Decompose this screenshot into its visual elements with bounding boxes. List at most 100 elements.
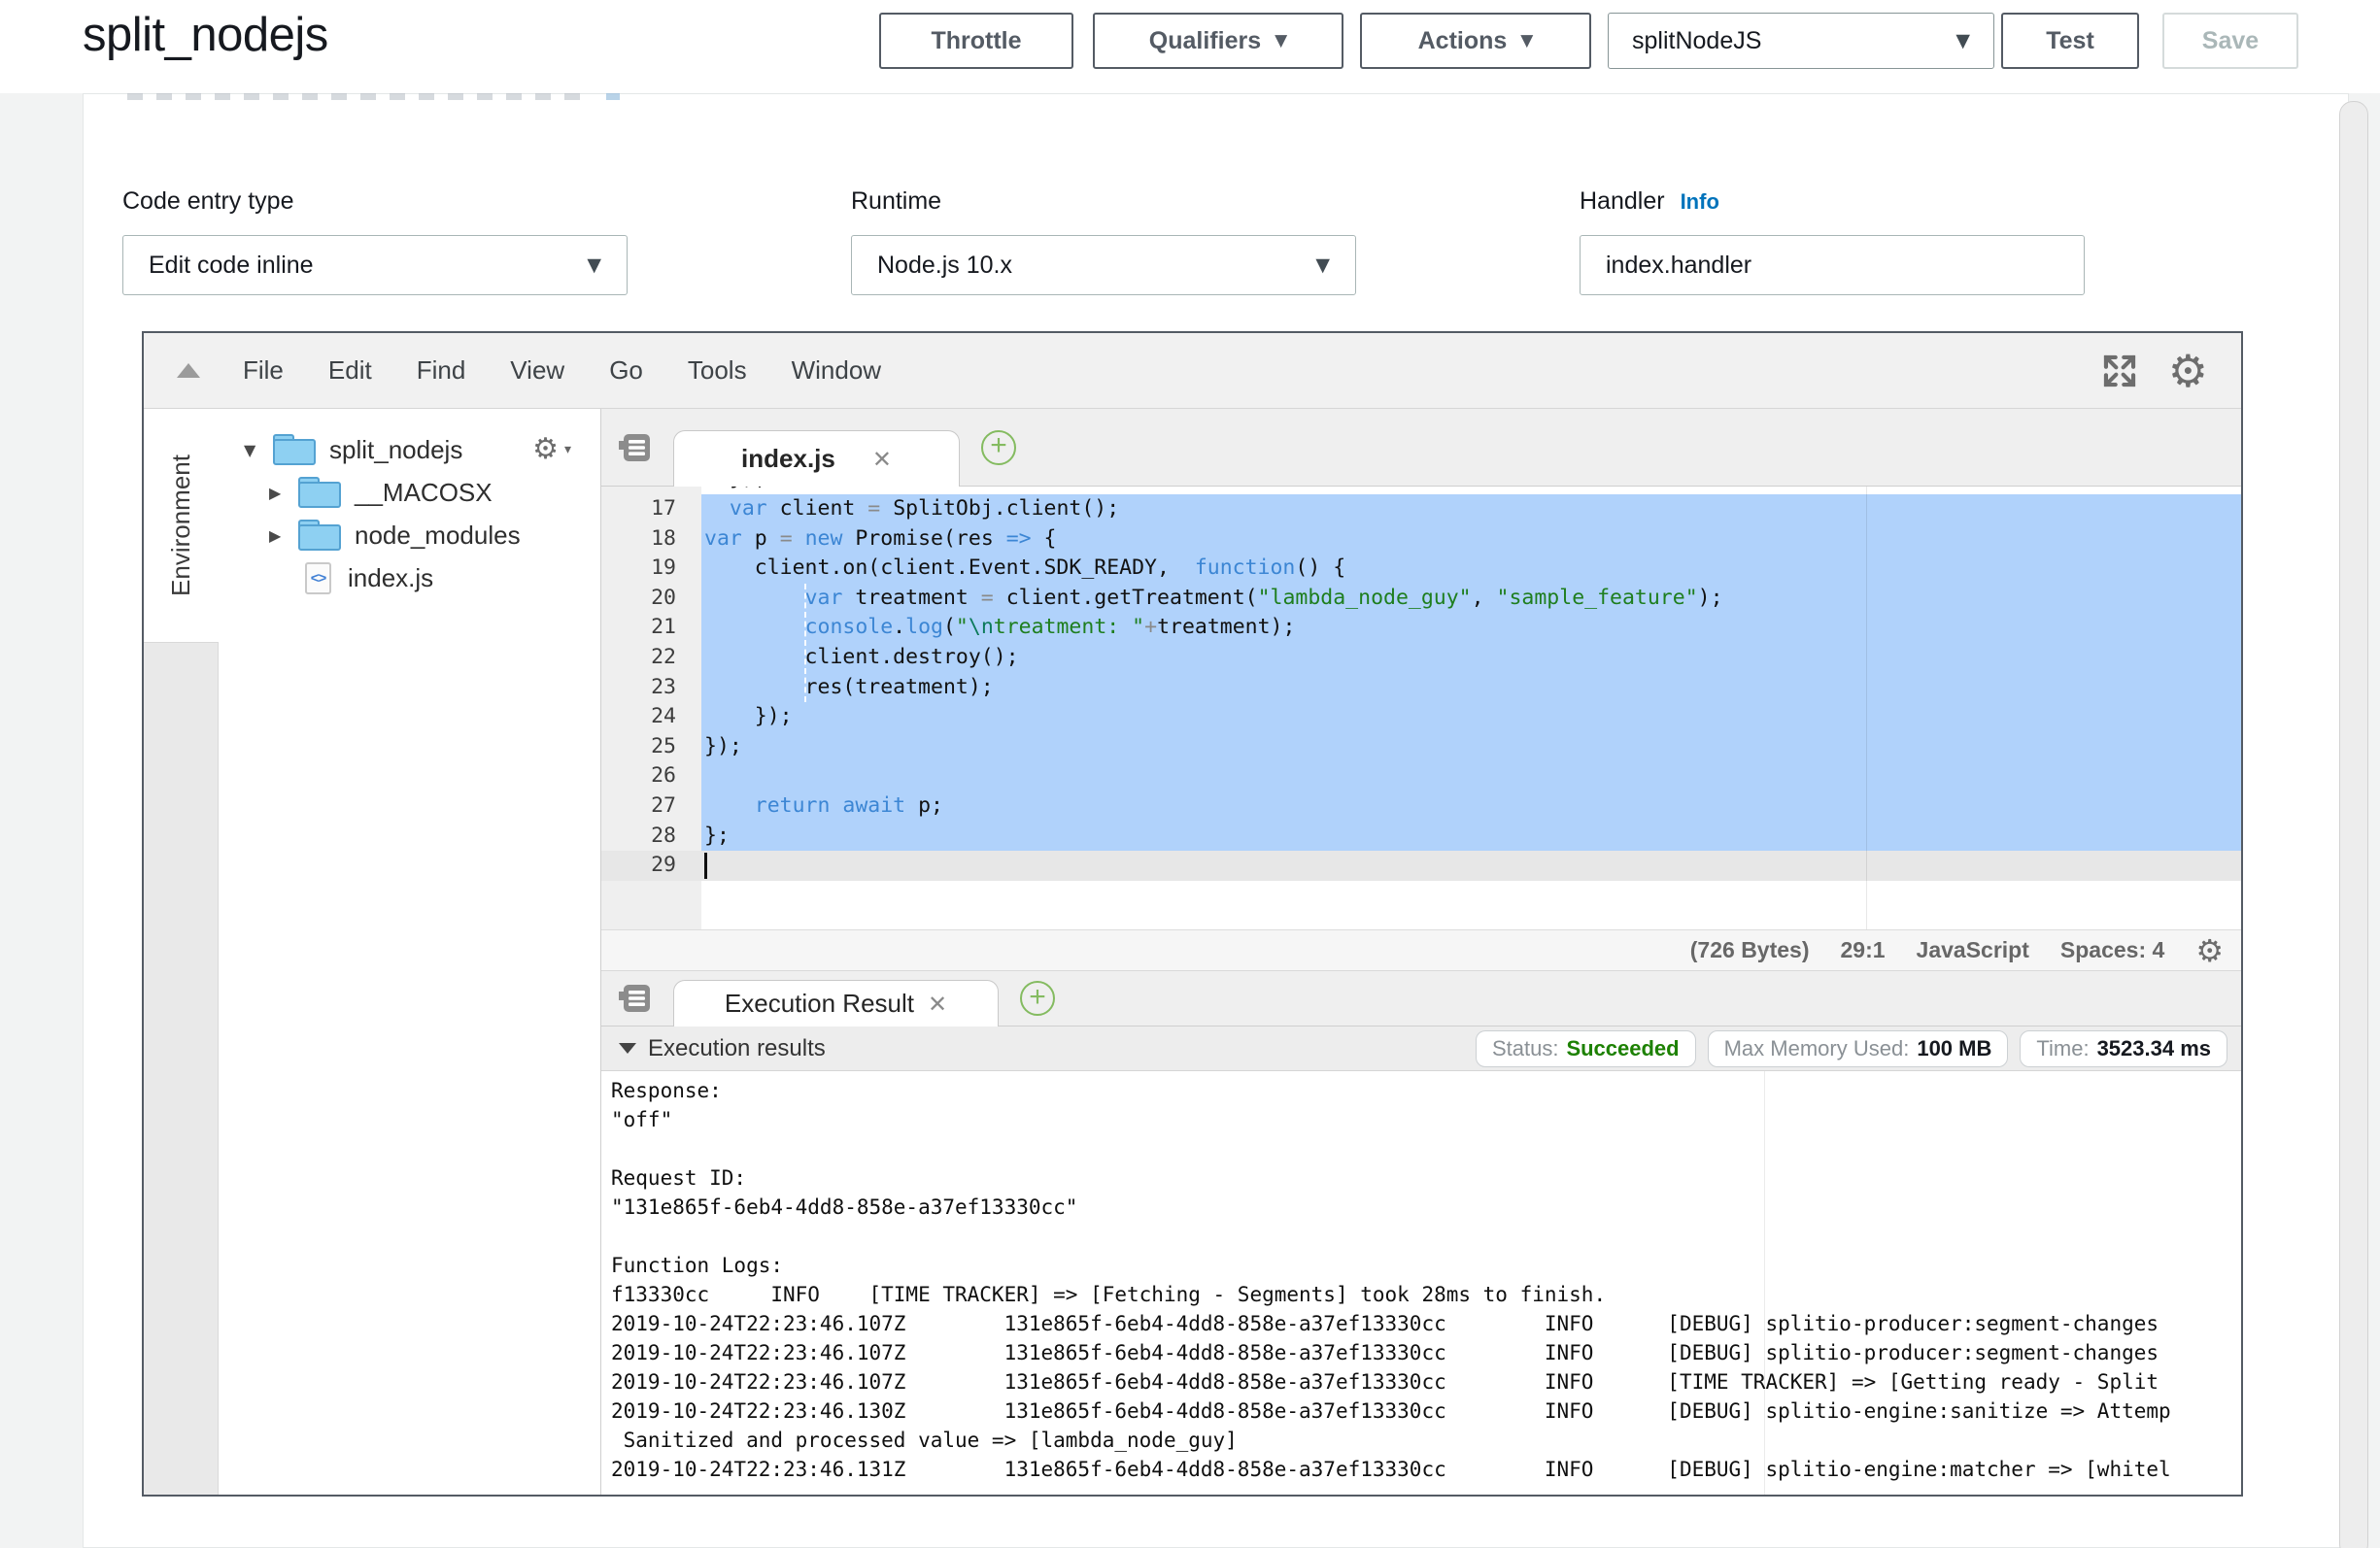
tree-item-split-nodejs[interactable]: ▼ split_nodejs ⚙▾ (219, 428, 600, 471)
tree-item-node-modules[interactable]: ▶node_modules (219, 514, 600, 556)
code-text: console.log("\ntreatment: "+treatment); (701, 613, 2241, 643)
log-line: 2019-10-24T22:23:46.107Z 131e865f-6eb4-4… (611, 1309, 2241, 1338)
code-editor-area[interactable]: });17 var client = SplitObj.client();18v… (601, 487, 2241, 929)
test-button[interactable]: Test (2001, 13, 2139, 69)
caret-right-icon[interactable]: ▶ (269, 526, 298, 545)
menu-item-edit[interactable]: Edit (328, 355, 372, 386)
throttle-button[interactable]: Throttle (879, 13, 1073, 69)
code-text: }; (701, 822, 2241, 852)
environment-label: Environment (166, 454, 196, 596)
code-line: 17 var client = SplitObj.client(); (601, 494, 2241, 524)
function-code-card: Code entry type Edit code inline ▼ Runti… (83, 93, 2349, 1548)
line-number: 22 (601, 643, 701, 673)
code-text: var p = new Promise(res => { (701, 524, 2241, 555)
execution-results-title[interactable]: Execution results (648, 1035, 826, 1062)
menu-item-window[interactable]: Window (792, 355, 881, 386)
cursor-position-status[interactable]: 29:1 (1841, 937, 1886, 963)
tree-item-index-js[interactable]: index.js (219, 556, 600, 599)
qualifiers-button[interactable]: Qualifiers ▼ (1093, 13, 1343, 69)
test-event-select[interactable]: splitNodeJS ▼ (1608, 13, 1994, 69)
log-line: f13330cc INFO [TIME TRACKER] => [Fetchin… (611, 1280, 2241, 1309)
tree-item-label: split_nodejs (329, 435, 462, 465)
log-line: 2019-10-24T22:23:46.130Z 131e865f-6eb4-4… (611, 1397, 2241, 1426)
handler-info-link[interactable]: Info (1681, 189, 1719, 215)
close-icon[interactable]: ✕ (872, 446, 892, 473)
clipped-heading-remnant (127, 93, 584, 100)
tab-list-icon[interactable] (617, 980, 654, 1017)
menu-item-tools[interactable]: Tools (688, 355, 747, 386)
menu-item-view[interactable]: View (510, 355, 564, 386)
tab-list-icon[interactable] (617, 429, 654, 466)
qualifiers-button-label: Qualifiers (1149, 27, 1261, 55)
code-line-clipped: }); (601, 487, 2241, 494)
line-number: 25 (601, 732, 701, 762)
runtime-select[interactable]: Node.js 10.x ▼ (851, 235, 1356, 295)
code-text (701, 851, 2241, 881)
page-title: split_nodejs (83, 8, 328, 62)
file-tree: ▼ split_nodejs ⚙▾ ▶ __MACOSX ▶node_modulesind… (219, 428, 600, 599)
status-badge: Status:Succeeded (1476, 1030, 1696, 1067)
ide-menu-items: File Edit Find View Go Tools Window (243, 355, 926, 386)
menu-item-go[interactable]: Go (609, 355, 643, 386)
tree-item-macosx[interactable]: ▶ __MACOSX (219, 471, 600, 514)
execution-results-header: Execution results Status:SucceededMax Me… (601, 1026, 2241, 1071)
code-text (701, 761, 2241, 791)
test-button-label: Test (2046, 27, 2094, 55)
log-line: Sanitized and processed value => [lambda… (611, 1426, 2241, 1455)
line-number: 26 (601, 761, 701, 791)
handler-input[interactable]: index.handler (1580, 235, 2085, 295)
badge-value: 3523.34 ms (2097, 1036, 2211, 1061)
close-icon[interactable]: ✕ (928, 991, 947, 1018)
editor-status-bar: (726 Bytes) 29:1 JavaScript Spaces: 4 ⚙ (601, 929, 2241, 970)
code-line: 19 client.on(client.Event.SDK_READY, fun… (601, 554, 2241, 584)
save-button[interactable]: Save (2162, 13, 2298, 69)
line-number: 20 (601, 584, 701, 614)
new-tab-plus-icon[interactable]: + (981, 430, 1016, 465)
chevron-down-icon: ▼ (587, 254, 601, 276)
collapse-menu-icon[interactable] (177, 363, 200, 378)
code-line: 20 var treatment = client.getTreatment("… (601, 584, 2241, 614)
code-line: 21 console.log("\ntreatment: "+treatment… (601, 613, 2241, 643)
log-line: Function Logs: (611, 1251, 2241, 1280)
clipped-heading-remnant (606, 93, 620, 100)
fullscreen-icon[interactable] (2098, 350, 2141, 392)
page-scrollbar[interactable] (2339, 101, 2368, 1548)
language-mode-status[interactable]: JavaScript (1917, 937, 2029, 963)
gear-icon[interactable]: ⚙ (2195, 935, 2224, 966)
line-number: 24 (601, 702, 701, 732)
runtime-value: Node.js 10.x (877, 252, 1012, 280)
file-js-icon (305, 562, 331, 594)
indentation-status[interactable]: Spaces: 4 (2060, 937, 2164, 963)
chevron-down-icon: ▼ (1955, 30, 1970, 51)
test-event-select-value: splitNodeJS (1632, 27, 1761, 55)
tree-settings-button[interactable]: ⚙▾ (532, 435, 571, 464)
collapse-section-icon[interactable] (619, 1043, 636, 1054)
tab-execution-result[interactable]: Execution Result ✕ (673, 980, 999, 1026)
time-badge: Time:3523.34 ms (2020, 1030, 2227, 1067)
execution-log-output: Response:"off" Request ID:"131e865f-6eb4… (601, 1071, 2241, 1495)
caret-right-icon[interactable]: ▶ (269, 484, 298, 502)
code-entry-type-label: Code entry type (122, 187, 294, 216)
log-line: "131e865f-6eb4-4dd8-858e-a37ef13330cc" (611, 1193, 2241, 1222)
menu-item-find[interactable]: Find (417, 355, 466, 386)
folder-icon (273, 434, 316, 465)
menu-item-file[interactable]: File (243, 355, 284, 386)
file-size-status: (726 Bytes) (1690, 937, 1810, 963)
code-entry-type-select[interactable]: Edit code inline ▼ (122, 235, 628, 295)
gear-icon[interactable]: ⚙ (2168, 349, 2208, 393)
environment-tab[interactable]: Environment (144, 409, 219, 642)
code-text: return await p; (701, 791, 2241, 822)
code-line: 28}; (601, 822, 2241, 852)
code-line: 18var p = new Promise(res => { (601, 524, 2241, 555)
ide-body: Environment ▼ split_nodejs ⚙▾ ▶ __MACOSX ▶nod… (144, 409, 2241, 1495)
runtime-label: Runtime (851, 187, 941, 216)
tab-index-js[interactable]: index.js ✕ (673, 430, 960, 487)
runtime-group: Runtime Node.js 10.x ▼ (851, 187, 1356, 295)
throttle-button-label: Throttle (931, 27, 1021, 55)
caret-down-icon[interactable]: ▼ (244, 441, 273, 459)
result-badges: Status:SucceededMax Memory Used:100 MBTi… (1476, 1030, 2227, 1067)
new-tab-plus-icon[interactable]: + (1020, 981, 1055, 1016)
actions-button[interactable]: Actions ▼ (1360, 13, 1591, 69)
tree-item-label: __MACOSX (355, 478, 493, 508)
line-number: 29 (601, 851, 701, 881)
